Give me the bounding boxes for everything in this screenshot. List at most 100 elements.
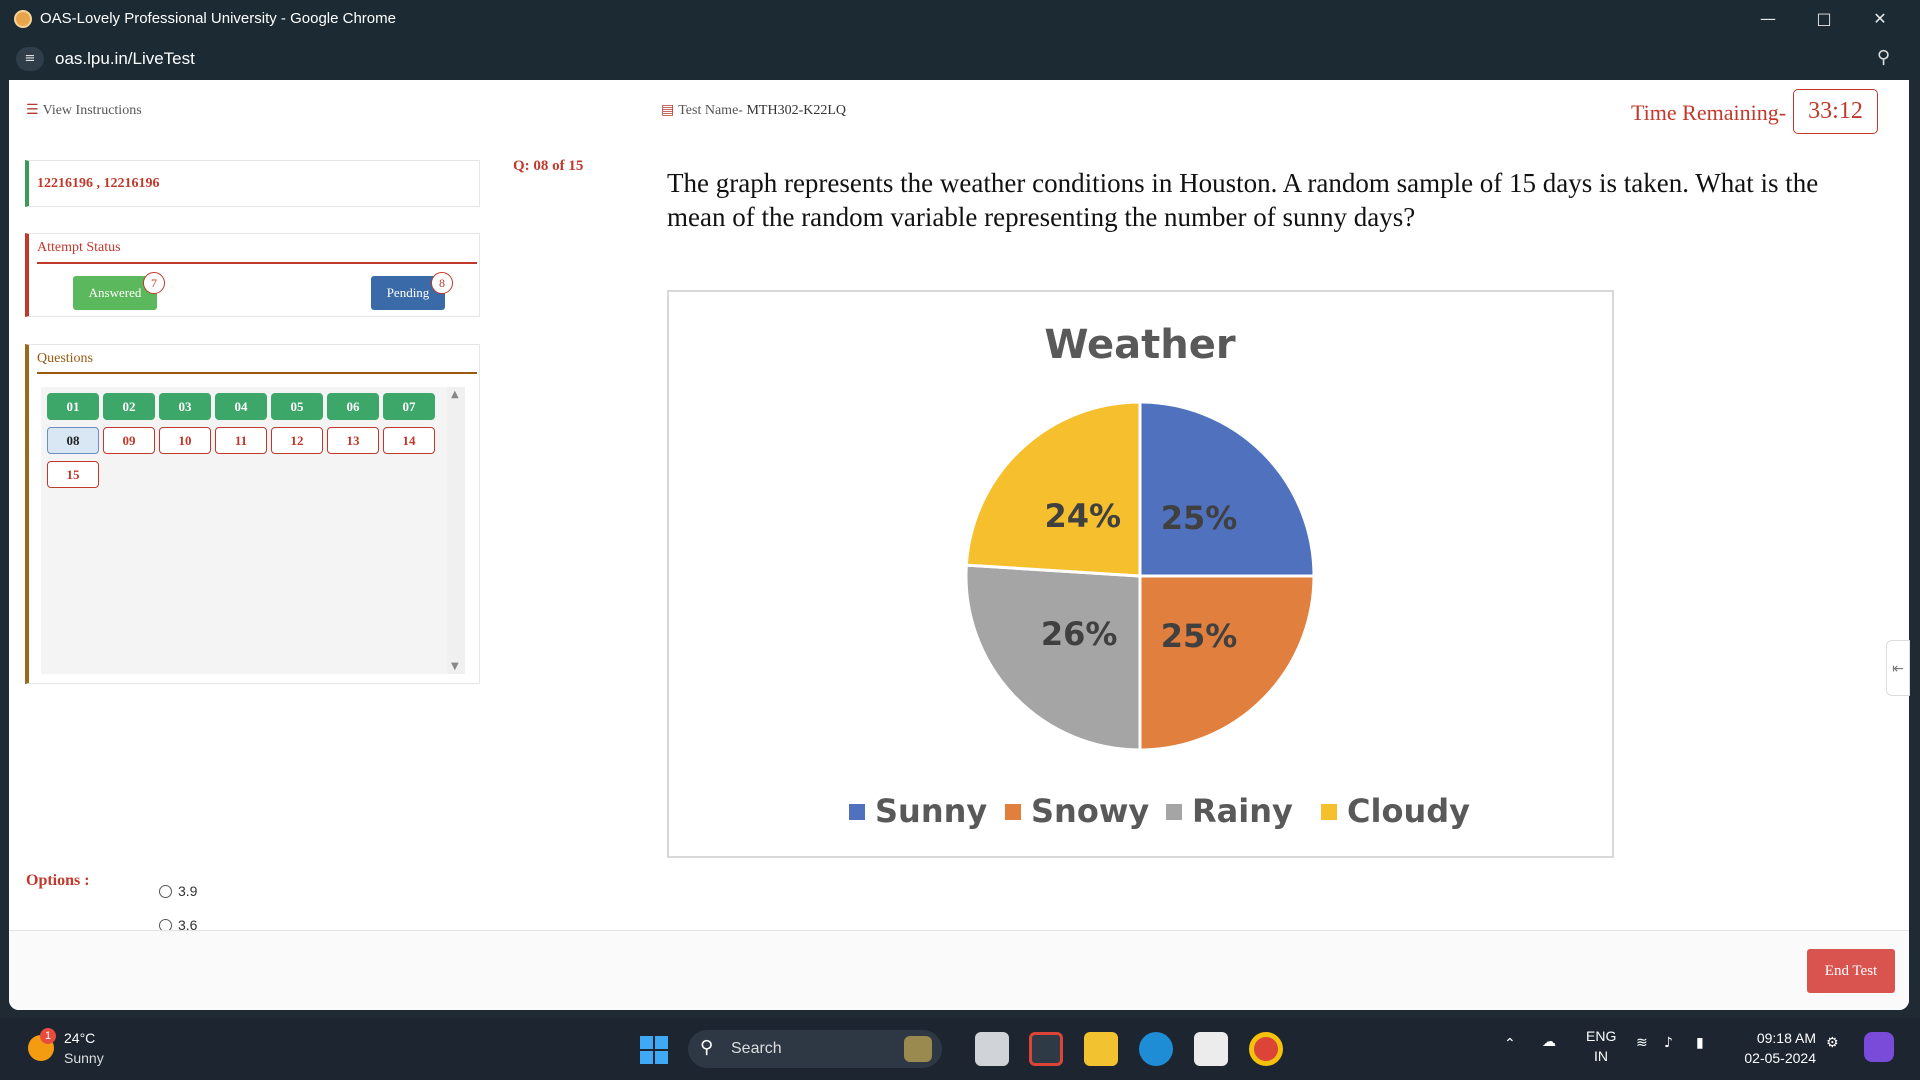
copilot-icon[interactable] <box>1864 1032 1894 1062</box>
attempt-status-heading: Attempt Status <box>37 240 121 255</box>
volume-icon[interactable]: ♪ <box>1664 1035 1673 1051</box>
task-view-icon[interactable] <box>975 1032 1009 1066</box>
pending-count: 8 <box>431 272 453 294</box>
candidate-ids: 12216196 , 12216196 <box>37 176 160 191</box>
weather-notification-badge: 1 <box>40 1028 56 1044</box>
question-button-02[interactable]: 02 <box>103 393 155 420</box>
data-label-snowy: 25% <box>1161 617 1238 655</box>
end-test-button[interactable]: End Test <box>1807 949 1895 993</box>
weather-pie-chart: Weather 25% 25% 26% 24% Sunny Snowy Rainy Cloud… <box>667 290 1614 858</box>
question-button-15[interactable]: 15 <box>47 461 99 488</box>
tray-expand-icon[interactable]: ⌃ <box>1504 1036 1516 1052</box>
time-remaining-label: Time Remaining- <box>1631 100 1787 125</box>
weather-condition[interactable]: Sunny <box>64 1050 104 1066</box>
question-button-14[interactable]: 14 <box>383 427 435 454</box>
site-favicon-icon <box>14 10 32 28</box>
document-icon: ▤ <box>661 102 675 118</box>
test-page: ☰ View Instructions ▤ Test Name- MTH302-K2… <box>9 80 1909 1010</box>
windows-start-icon[interactable] <box>640 1036 668 1064</box>
legend-label-sunny: Sunny <box>875 792 987 830</box>
question-button-05[interactable]: 05 <box>271 393 323 420</box>
legend-label-rainy: Rainy <box>1192 792 1293 830</box>
close-icon[interactable]: ✕ <box>1852 0 1908 38</box>
view-instructions-link[interactable]: ☰ View Instructions <box>26 102 142 119</box>
microsoft-store-icon[interactable] <box>1194 1032 1228 1066</box>
question-grid: ▲ ▼ 01 02 03 04 05 06 07 08 09 10 11 12 13 14 15 <box>41 387 465 674</box>
pie-slice-cloudy <box>964 400 1142 578</box>
legend-label-snowy: Snowy <box>1031 792 1149 830</box>
browser-titlebar: OAS-Lovely Professional University - Goo… <box>0 0 1920 38</box>
chart-title: Weather <box>1044 322 1236 368</box>
edge-browser-icon[interactable] <box>1139 1032 1173 1066</box>
time-remaining-value: 33:12 <box>1793 89 1878 134</box>
chrome-icon[interactable] <box>1249 1032 1283 1066</box>
onedrive-icon[interactable]: ☁ <box>1542 1034 1556 1050</box>
question-button-01[interactable]: 01 <box>47 393 99 420</box>
option-1-radio[interactable] <box>159 885 172 898</box>
divider <box>37 262 477 264</box>
question-button-12[interactable]: 12 <box>271 427 323 454</box>
zoom-icon[interactable]: ⚲ <box>1877 47 1890 68</box>
question-button-08[interactable]: 08 <box>47 427 99 454</box>
question-button-10[interactable]: 10 <box>159 427 211 454</box>
legend-swatch-rainy <box>1166 804 1182 820</box>
question-button-03[interactable]: 03 <box>159 393 211 420</box>
test-name-label: Test Name- <box>678 103 743 118</box>
question-button-04[interactable]: 04 <box>215 393 267 420</box>
windows-taskbar: 1 24°C Sunny ⚲ Search ⌃ ☁ ENG IN ≋ ♪ ▮ 0… <box>0 1018 1920 1080</box>
region-code[interactable]: IN <box>1594 1048 1608 1064</box>
candidate-ids-panel: 12216196 , 12216196 <box>25 160 480 207</box>
data-label-sunny: 25% <box>1161 499 1238 537</box>
data-label-rainy: 26% <box>1041 615 1118 653</box>
legend-swatch-cloudy <box>1321 804 1337 820</box>
search-icon: ⚲ <box>700 1037 714 1058</box>
battery-icon[interactable]: ▮ <box>1696 1035 1704 1051</box>
option-1[interactable]: 3.9 <box>159 883 197 899</box>
taskbar-search-label: Search <box>731 1040 782 1057</box>
maximize-icon[interactable]: □ <box>1796 0 1852 38</box>
data-label-cloudy: 24% <box>1045 497 1122 535</box>
wifi-icon[interactable]: ≋ <box>1636 1035 1648 1051</box>
question-button-09[interactable]: 09 <box>103 427 155 454</box>
question-button-13[interactable]: 13 <box>327 427 379 454</box>
pie-slice-snowy <box>1138 574 1316 752</box>
file-explorer-icon[interactable] <box>1084 1032 1118 1066</box>
question-button-06[interactable]: 06 <box>327 393 379 420</box>
test-name-value: MTH302-K22LQ <box>746 103 846 118</box>
legend-label-cloudy: Cloudy <box>1347 792 1470 830</box>
test-name: ▤ Test Name- MTH302-K22LQ <box>661 102 846 119</box>
notification-bell-icon[interactable]: ⚙ <box>1826 1035 1839 1051</box>
pie-slice-sunny <box>1138 400 1316 578</box>
taskbar-time[interactable]: 09:18 AM <box>1752 1030 1816 1046</box>
question-grid-scrollbar[interactable]: ▲ ▼ <box>447 387 465 674</box>
question-button-07[interactable]: 07 <box>383 393 435 420</box>
minimize-icon[interactable]: — <box>1740 0 1796 38</box>
view-instructions-label: View Instructions <box>42 103 142 118</box>
divider <box>37 372 477 374</box>
url-text[interactable]: oas.lpu.in/LiveTest <box>55 49 195 69</box>
attempt-status-panel: Attempt Status Answered 7 Pending 8 <box>25 233 480 317</box>
option-1-text: 3.9 <box>178 883 198 899</box>
question-number: Q: 08 of 15 <box>513 158 584 174</box>
pie-chart-svg: Weather 25% 25% 26% 24% Sunny Snowy Rainy Cloud… <box>849 322 1470 830</box>
questions-panel: Questions ▲ ▼ 01 02 03 04 05 06 07 08 09 10 11 12 13… <box>25 344 480 684</box>
language-code[interactable]: ENG <box>1586 1028 1616 1044</box>
question-text: The graph represents the weather conditi… <box>667 168 1819 232</box>
test-header: ☰ View Instructions ▤ Test Name- MTH302-K2… <box>9 80 1909 140</box>
taskbar-date[interactable]: 02-05-2024 <box>1738 1050 1816 1066</box>
scroll-up-icon[interactable]: ▲ <box>451 389 459 400</box>
weather-temperature[interactable]: 24°C <box>64 1030 95 1046</box>
answered-count: 7 <box>143 272 165 294</box>
list-icon: ☰ <box>26 102 39 118</box>
search-highlight-icon <box>904 1036 932 1062</box>
site-settings-icon[interactable]: ≡ <box>16 47 44 71</box>
question-button-11[interactable]: 11 <box>215 427 267 454</box>
options-label: Options : <box>26 872 90 889</box>
address-bar: ≡ oas.lpu.in/LiveTest ⚲ <box>0 38 1920 80</box>
taskbar-search[interactable]: ⚲ Search <box>688 1030 942 1068</box>
side-panel-toggle-icon[interactable]: ⇤ <box>1886 640 1910 696</box>
chrome-active-icon[interactable] <box>1029 1032 1063 1066</box>
legend-swatch-snowy <box>1005 804 1021 820</box>
window-title: OAS-Lovely Professional University - Goo… <box>40 10 396 27</box>
scroll-down-icon[interactable]: ▼ <box>451 661 459 672</box>
